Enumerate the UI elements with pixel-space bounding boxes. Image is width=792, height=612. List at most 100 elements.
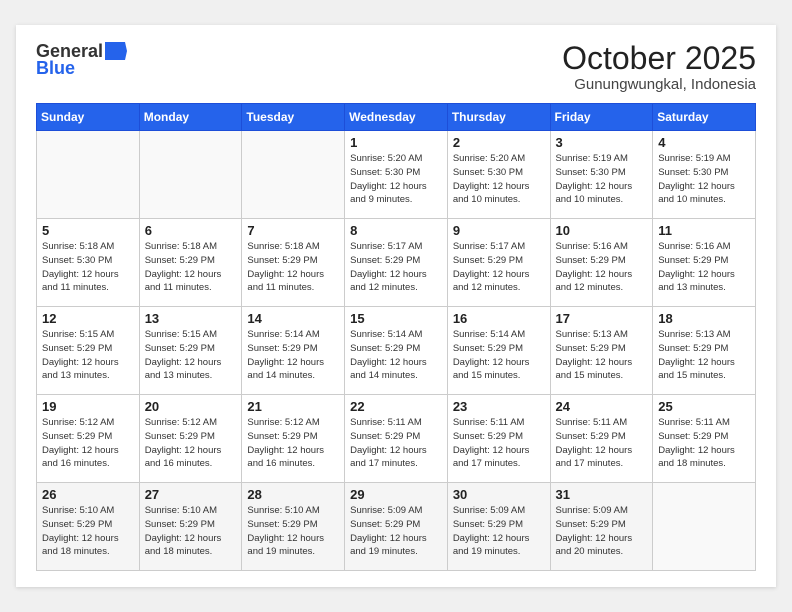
calendar-day-cell [242,131,345,219]
day-info: Sunrise: 5:13 AM Sunset: 5:29 PM Dayligh… [658,328,750,383]
calendar-container: General Blue October 2025 Gunungwungkal,… [16,25,776,587]
weekday-header-cell: Wednesday [345,104,448,131]
calendar-day-cell [37,131,140,219]
day-info: Sunrise: 5:17 AM Sunset: 5:29 PM Dayligh… [453,240,545,295]
day-number: 21 [247,399,339,414]
day-number: 24 [556,399,648,414]
calendar-day-cell: 6 Sunrise: 5:18 AM Sunset: 5:29 PM Daylig… [139,219,242,307]
calendar-day-cell: 31Sunrise: 5:09 AM Sunset: 5:29 PM Dayli… [550,483,653,571]
calendar-day-cell: 9 Sunrise: 5:17 AM Sunset: 5:29 PM Daylig… [447,219,550,307]
calendar-day-cell: 2Sunrise: 5:20 AM Sunset: 5:30 PM Daylig… [447,131,550,219]
day-number: 8 [350,223,442,238]
day-number: 17 [556,311,648,326]
day-number: 30 [453,487,545,502]
day-info: Sunrise: 5:12 AM Sunset: 5:29 PM Dayligh… [42,416,134,471]
day-info: Sunrise: 5:11 AM Sunset: 5:29 PM Dayligh… [556,416,648,471]
calendar-day-cell: 23Sunrise: 5:11 AM Sunset: 5:29 PM Dayli… [447,395,550,483]
day-number: 22 [350,399,442,414]
day-number: 26 [42,487,134,502]
calendar-day-cell: 19 Sunrise: 5:12 AM Sunset: 5:29 PM Dayli… [37,395,140,483]
day-info: Sunrise: 5:18 AM Sunset: 5:29 PM Dayligh… [247,240,339,295]
day-number: 28 [247,487,339,502]
day-number: 13 [145,311,237,326]
weekday-header-row: SundayMondayTuesdayWednesdayThursdayFrid… [37,104,756,131]
calendar-day-cell: 26Sunrise: 5:10 AM Sunset: 5:29 PM Dayli… [37,483,140,571]
day-info: Sunrise: 5:15 AM Sunset: 5:29 PM Dayligh… [145,328,237,383]
day-number: 11 [658,223,750,238]
calendar-day-cell: 10 Sunrise: 5:16 AM Sunset: 5:29 PM Dayli… [550,219,653,307]
day-number: 6 [145,223,237,238]
calendar-day-cell [139,131,242,219]
day-number: 4 [658,135,750,150]
day-info: Sunrise: 5:16 AM Sunset: 5:29 PM Dayligh… [658,240,750,295]
day-info: Sunrise: 5:10 AM Sunset: 5:29 PM Dayligh… [247,504,339,559]
day-info: Sunrise: 5:18 AM Sunset: 5:30 PM Dayligh… [42,240,134,295]
calendar-day-cell: 21Sunrise: 5:12 AM Sunset: 5:29 PM Dayli… [242,395,345,483]
calendar-day-cell: 24 Sunrise: 5:11 AM Sunset: 5:29 PM Dayli… [550,395,653,483]
weekday-header-cell: Saturday [653,104,756,131]
day-info: Sunrise: 5:14 AM Sunset: 5:29 PM Dayligh… [453,328,545,383]
day-number: 10 [556,223,648,238]
calendar-day-cell [653,483,756,571]
weekday-header-cell: Thursday [447,104,550,131]
day-number: 15 [350,311,442,326]
day-info: Sunrise: 5:18 AM Sunset: 5:29 PM Dayligh… [145,240,237,295]
calendar-day-cell: 22 Sunrise: 5:11 AM Sunset: 5:29 PM Dayli… [345,395,448,483]
calendar-day-cell: 3 Sunrise: 5:19 AM Sunset: 5:30 PM Daylig… [550,131,653,219]
calendar-day-cell: 27 Sunrise: 5:10 AM Sunset: 5:29 PM Dayli… [139,483,242,571]
calendar-day-cell: 7 Sunrise: 5:18 AM Sunset: 5:29 PM Daylig… [242,219,345,307]
calendar-body: 1Sunrise: 5:20 AM Sunset: 5:30 PM Daylig… [37,131,756,571]
day-info: Sunrise: 5:11 AM Sunset: 5:29 PM Dayligh… [350,416,442,471]
day-number: 23 [453,399,545,414]
calendar-day-cell: 30Sunrise: 5:09 AM Sunset: 5:29 PM Dayli… [447,483,550,571]
weekday-header-cell: Monday [139,104,242,131]
day-number: 16 [453,311,545,326]
weekday-header-cell: Friday [550,104,653,131]
day-info: Sunrise: 5:11 AM Sunset: 5:29 PM Dayligh… [658,416,750,471]
day-info: Sunrise: 5:20 AM Sunset: 5:30 PM Dayligh… [350,152,442,207]
calendar-day-cell: 28 Sunrise: 5:10 AM Sunset: 5:29 PM Dayli… [242,483,345,571]
logo-blue: Blue [36,58,75,79]
day-number: 3 [556,135,648,150]
weekday-header-cell: Sunday [37,104,140,131]
logo-flag-icon [105,42,127,60]
title-section: October 2025 Gunungwungkal, Indonesia [562,41,756,93]
day-number: 29 [350,487,442,502]
calendar-table: SundayMondayTuesdayWednesdayThursdayFrid… [36,103,756,571]
calendar-day-cell: 29 Sunrise: 5:09 AM Sunset: 5:29 PM Dayli… [345,483,448,571]
calendar-day-cell: 4 Sunrise: 5:19 AM Sunset: 5:30 PM Daylig… [653,131,756,219]
day-number: 31 [556,487,648,502]
day-info: Sunrise: 5:19 AM Sunset: 5:30 PM Dayligh… [556,152,648,207]
day-info: Sunrise: 5:14 AM Sunset: 5:29 PM Dayligh… [350,328,442,383]
day-number: 19 [42,399,134,414]
day-number: 14 [247,311,339,326]
day-info: Sunrise: 5:14 AM Sunset: 5:29 PM Dayligh… [247,328,339,383]
calendar-day-cell: 17 Sunrise: 5:13 AM Sunset: 5:29 PM Dayli… [550,307,653,395]
day-number: 9 [453,223,545,238]
calendar-day-cell: 20Sunrise: 5:12 AM Sunset: 5:29 PM Dayli… [139,395,242,483]
calendar-day-cell: 25 Sunrise: 5:11 AM Sunset: 5:29 PM Dayli… [653,395,756,483]
calendar-week-row: 5 Sunrise: 5:18 AM Sunset: 5:30 PM Daylig… [37,219,756,307]
weekday-header-cell: Tuesday [242,104,345,131]
header-section: General Blue October 2025 Gunungwungkal,… [36,41,756,93]
day-info: Sunrise: 5:12 AM Sunset: 5:29 PM Dayligh… [145,416,237,471]
calendar-day-cell: 16 Sunrise: 5:14 AM Sunset: 5:29 PM Dayli… [447,307,550,395]
day-info: Sunrise: 5:19 AM Sunset: 5:30 PM Dayligh… [658,152,750,207]
calendar-day-cell: 13 Sunrise: 5:15 AM Sunset: 5:29 PM Dayli… [139,307,242,395]
day-info: Sunrise: 5:16 AM Sunset: 5:29 PM Dayligh… [556,240,648,295]
day-info: Sunrise: 5:13 AM Sunset: 5:29 PM Dayligh… [556,328,648,383]
day-number: 27 [145,487,237,502]
day-info: Sunrise: 5:15 AM Sunset: 5:29 PM Dayligh… [42,328,134,383]
day-number: 5 [42,223,134,238]
calendar-week-row: 12Sunrise: 5:15 AM Sunset: 5:29 PM Dayli… [37,307,756,395]
day-info: Sunrise: 5:10 AM Sunset: 5:29 PM Dayligh… [145,504,237,559]
day-info: Sunrise: 5:17 AM Sunset: 5:29 PM Dayligh… [350,240,442,295]
day-number: 2 [453,135,545,150]
day-number: 25 [658,399,750,414]
calendar-day-cell: 8 Sunrise: 5:17 AM Sunset: 5:29 PM Daylig… [345,219,448,307]
calendar-day-cell: 12Sunrise: 5:15 AM Sunset: 5:29 PM Dayli… [37,307,140,395]
calendar-day-cell: 18Sunrise: 5:13 AM Sunset: 5:29 PM Dayli… [653,307,756,395]
day-info: Sunrise: 5:09 AM Sunset: 5:29 PM Dayligh… [350,504,442,559]
calendar-week-row: 19 Sunrise: 5:12 AM Sunset: 5:29 PM Dayli… [37,395,756,483]
day-number: 7 [247,223,339,238]
